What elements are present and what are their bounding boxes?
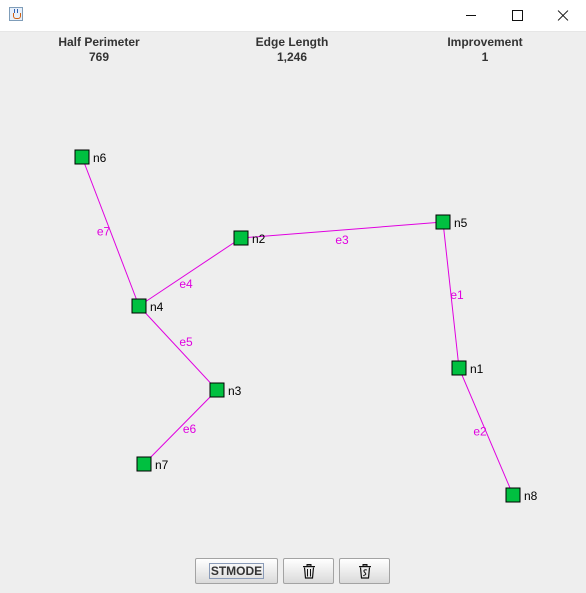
node-label-n1: n1: [470, 362, 484, 376]
edge-label-e7: e7: [97, 225, 111, 239]
maximize-icon[interactable]: [494, 0, 540, 31]
graph-canvas[interactable]: e1 e2 e3 e4 e5 e6 e7 n1 n2 n3 n4 n5 n6 n7 n8: [0, 31, 586, 551]
edge-label-e4: e4: [179, 277, 193, 291]
node-n1[interactable]: [451, 360, 467, 376]
node-label-n2: n2: [252, 232, 266, 246]
edge-label-e1: e1: [450, 288, 464, 302]
java-cup-icon[interactable]: [9, 7, 23, 21]
stmode-button[interactable]: STMODE: [195, 558, 278, 584]
edge-e6[interactable]: [143, 389, 218, 465]
minimize-icon[interactable]: [448, 0, 494, 31]
edge-label-e3: e3: [335, 233, 349, 247]
delete-selected-button[interactable]: [339, 558, 390, 584]
node-label-n7: n7: [155, 458, 169, 472]
node-n8[interactable]: [505, 487, 521, 503]
node-label-n6: n6: [93, 151, 107, 165]
node-label-n4: n4: [150, 300, 164, 314]
node-n7[interactable]: [136, 456, 152, 472]
node-label-n3: n3: [228, 384, 242, 398]
edge-label-e2: e2: [473, 425, 487, 439]
edge-e7[interactable]: [81, 156, 140, 307]
node-n5[interactable]: [435, 214, 451, 230]
node-n3[interactable]: [209, 382, 225, 398]
node-n2[interactable]: [233, 230, 249, 246]
node-label-n5: n5: [454, 216, 468, 230]
edge-e5[interactable]: [138, 305, 218, 391]
edge-label-e6: e6: [183, 422, 197, 436]
edge-label-e5: e5: [179, 335, 193, 349]
stmode-label: STMODE: [208, 563, 265, 579]
node-label-n8: n8: [524, 489, 538, 503]
close-icon[interactable]: [540, 0, 586, 31]
title-bar: [0, 0, 586, 32]
node-n4[interactable]: [131, 298, 147, 314]
node-n6[interactable]: [74, 149, 90, 165]
delete-button[interactable]: [283, 558, 334, 584]
trash-icon: [302, 563, 315, 579]
edge-e4[interactable]: [138, 237, 242, 307]
trash-selected-icon: [358, 563, 371, 579]
